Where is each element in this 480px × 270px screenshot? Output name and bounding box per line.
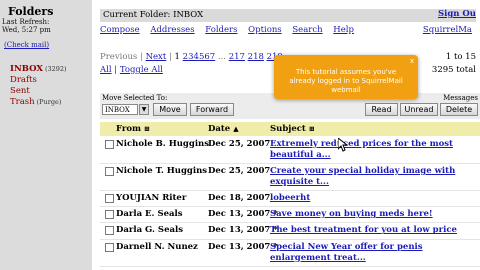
folder-item-drafts[interactable]: Drafts — [10, 75, 67, 86]
message-list: Nichole B. Huggins Dec 25, 2007 Extremel… — [100, 137, 480, 267]
message-total: 3295 total — [431, 65, 476, 75]
row-subject-link[interactable]: Create your special holiday image with e… — [270, 166, 476, 188]
date-column-header[interactable]: Date ▲ — [208, 124, 239, 134]
folder-count: (3292) — [44, 65, 67, 73]
toggle-all-link[interactable]: Toggle All — [120, 65, 163, 75]
message-list-pane: Current Folder: INBOX Sign Ou Compose Ad… — [96, 0, 480, 270]
page-link[interactable]: 7 — [210, 52, 215, 62]
next-link[interactable]: Next — [146, 52, 167, 62]
row-from: YOUJIAN Riter — [116, 193, 187, 203]
from-column-header[interactable]: From ⊞ — [116, 124, 150, 134]
message-table-header: From ⊞ Date ▲ Subject ⊞ — [100, 122, 480, 136]
folder-item-trash[interactable]: Trash (Purge) — [10, 97, 67, 108]
row-subject-link[interactable]: Save money on buying meds here! — [270, 209, 476, 220]
row-date: Dec 25, 2007 — [208, 139, 271, 149]
folder-label[interactable]: Sent — [10, 86, 30, 96]
sort-icon[interactable]: ⊞ — [144, 124, 150, 133]
table-row[interactable]: Darnell N. Nunez Dec 13, 2007 * Special … — [100, 240, 480, 267]
folder-list: INBOX (3292) Drafts Sent Trash (Purge) — [10, 64, 67, 108]
subject-column-header[interactable]: Subject ⊞ — [270, 124, 315, 134]
pager: Previous | Next | 1 234567 ... 217 218 2… — [100, 52, 283, 62]
row-date: Dec 13, 2007 * — [208, 225, 278, 236]
select-links: All | Toggle All — [100, 65, 163, 75]
forward-button[interactable]: Forward — [190, 103, 234, 116]
table-row[interactable]: Nichole B. Huggins Dec 25, 2007 Extremel… — [100, 137, 480, 164]
row-checkbox[interactable] — [105, 167, 114, 176]
sort-up-icon[interactable]: ▲ — [233, 124, 238, 133]
row-subject-link[interactable]: The best treatment for you at low price — [270, 225, 476, 236]
viewing-range: 1 to 15 — [445, 52, 476, 62]
delete-button[interactable]: Delete — [440, 103, 478, 116]
messages-label: Messages — [443, 94, 478, 102]
row-from: Darla E. Seals — [116, 209, 183, 220]
check-mail-link[interactable]: (Check mail) — [4, 41, 49, 49]
row-checkbox[interactable] — [105, 194, 114, 203]
page-current: 1 — [174, 52, 180, 62]
tooltip-text: This tutorial assumes you've already log… — [289, 68, 403, 94]
previous-label: Previous — [100, 52, 138, 62]
row-from: Nichole T. Huggins — [116, 166, 208, 176]
folder-label[interactable]: Trash — [10, 97, 35, 107]
tooltip-close-icon[interactable]: x — [410, 57, 414, 66]
squirrelmail-link[interactable]: SquirrelMa — [423, 25, 472, 35]
page-link[interactable]: 217 — [229, 52, 245, 62]
current-folder: Current Folder: INBOX — [103, 10, 204, 20]
nav-help[interactable]: Help — [333, 25, 354, 35]
row-checkbox[interactable] — [105, 140, 114, 149]
main-nav: Compose Addresses Folders Options Search… — [100, 25, 480, 37]
folder-label[interactable]: INBOX — [10, 64, 43, 74]
folder-label[interactable]: Drafts — [10, 75, 37, 85]
row-subject-link[interactable]: lobeerht — [270, 193, 476, 204]
folder-item-inbox[interactable]: INBOX (3292) — [10, 64, 67, 75]
folder-item-sent[interactable]: Sent — [10, 86, 67, 97]
row-checkbox[interactable] — [105, 242, 114, 252]
row-from: Darla G. Seals — [116, 225, 183, 236]
tutorial-tooltip: x This tutorial assumes you've already l… — [274, 55, 418, 99]
move-selected-label: Move Selected To: — [102, 94, 168, 102]
table-row[interactable]: Nichole T. Huggins Dec 25, 2007 Create y… — [100, 164, 480, 191]
target-folder-select[interactable]: INBOX — [102, 104, 138, 115]
read-button[interactable]: Read — [365, 103, 398, 116]
row-date: Dec 25, 2007 — [208, 166, 271, 176]
last-refresh-label: Last Refresh: — [2, 18, 50, 26]
nav-addresses[interactable]: Addresses — [150, 25, 194, 35]
page-ellipsis: ... — [217, 52, 227, 62]
last-refresh-time: Wed, 5:27 pm — [2, 26, 51, 34]
row-checkbox[interactable] — [105, 226, 114, 236]
all-link[interactable]: All — [100, 65, 112, 75]
page-link[interactable]: 218 — [248, 52, 264, 62]
row-checkbox[interactable] — [105, 210, 114, 220]
row-from: Darnell N. Nunez — [116, 241, 198, 252]
last-refresh: Last Refresh: Wed, 5:27 pm — [2, 18, 51, 34]
nav-compose[interactable]: Compose — [100, 25, 140, 35]
nav-search[interactable]: Search — [292, 25, 322, 35]
sort-icon[interactable]: ⊞ — [309, 124, 315, 133]
sidebar-title: Folders — [8, 5, 54, 18]
table-row[interactable]: Darla E. Seals Dec 13, 2007 * Save money… — [100, 207, 480, 224]
current-folder-bar: Current Folder: INBOX Sign Ou — [100, 9, 476, 22]
unread-button[interactable]: Unread — [400, 103, 438, 116]
row-subject-link[interactable]: Special New Year offer for penis enlarge… — [270, 242, 476, 264]
row-subject-link[interactable]: Extremely reduced prices for the most be… — [270, 139, 476, 161]
table-row[interactable]: Darla G. Seals Dec 13, 2007 * The best t… — [100, 223, 480, 240]
squirrelmail-window: Folders Last Refresh: Wed, 5:27 pm (Chec… — [0, 0, 480, 270]
chevron-down-icon[interactable]: ▼ — [139, 104, 149, 115]
row-from: Nichole B. Huggins — [116, 139, 210, 149]
nav-options[interactable]: Options — [248, 25, 282, 35]
folder-sidebar: Folders Last Refresh: Wed, 5:27 pm (Chec… — [0, 0, 92, 270]
move-button[interactable]: Move — [153, 103, 187, 116]
nav-folders[interactable]: Folders — [205, 25, 237, 35]
purge-link[interactable]: (Purge) — [37, 98, 62, 106]
row-date: Dec 18, 2007 — [208, 193, 271, 203]
row-date: Dec 13, 2007 * — [208, 241, 278, 252]
row-date: Dec 13, 2007 * — [208, 209, 278, 220]
sign-out-link[interactable]: Sign Ou — [438, 9, 476, 19]
table-row[interactable]: YOUJIAN Riter Dec 18, 2007 lobeerht — [100, 191, 480, 208]
